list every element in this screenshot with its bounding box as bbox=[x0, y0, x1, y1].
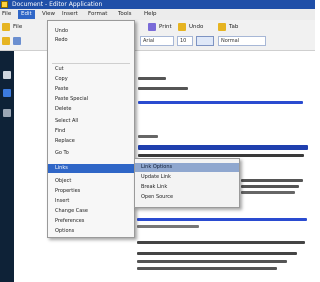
settings-icon[interactable] bbox=[3, 109, 11, 117]
undo-icon bbox=[178, 23, 186, 31]
toolbar-tab-label: Tab bbox=[229, 24, 239, 30]
copy-button[interactable] bbox=[13, 36, 21, 46]
edit-cut-item[interactable]: Cut bbox=[48, 65, 134, 74]
edit-paste-special-label: Paste Special bbox=[55, 96, 89, 102]
doc-line bbox=[137, 241, 305, 244]
edit-goto-item[interactable]: Go To bbox=[48, 149, 134, 158]
menu-insert[interactable]: Insert bbox=[62, 10, 78, 19]
doc-line bbox=[138, 77, 166, 80]
printer-icon bbox=[148, 23, 156, 31]
edit-preferences-item[interactable]: Preferences bbox=[48, 217, 134, 226]
submenu-link-options-label: Link Options bbox=[141, 164, 173, 170]
edit-delete-item[interactable]: Delete bbox=[48, 105, 134, 114]
doc-link-line bbox=[138, 101, 303, 104]
menu-view[interactable]: View bbox=[42, 10, 55, 19]
doc-line bbox=[137, 267, 277, 270]
folder-icon bbox=[2, 23, 10, 31]
submenu-break-link-label: Break Link bbox=[141, 184, 168, 190]
app-icon bbox=[1, 1, 8, 8]
edit-options-label: Options bbox=[55, 228, 75, 234]
edit-paste-label: Paste bbox=[55, 86, 69, 92]
edit-links-item[interactable]: Links bbox=[48, 164, 134, 173]
doc-line bbox=[137, 260, 287, 263]
edit-select-all-item[interactable]: Select All bbox=[48, 117, 134, 126]
menu-file[interactable]: File bbox=[2, 10, 11, 19]
doc-line bbox=[241, 179, 303, 182]
document-icon[interactable] bbox=[3, 89, 11, 97]
doc-link-line bbox=[137, 218, 307, 221]
toolbar-print-label: Print bbox=[159, 24, 172, 30]
edit-find-label: Find bbox=[55, 128, 66, 134]
edit-change-case-label: Change Case bbox=[55, 208, 88, 214]
bold-toggle[interactable] bbox=[196, 36, 214, 46]
edit-delete-label: Delete bbox=[55, 106, 72, 112]
edit-paste-special-item[interactable]: Paste Special bbox=[48, 95, 134, 104]
submenu-update-link-item[interactable]: Update Link bbox=[135, 173, 239, 182]
edit-paste-item[interactable]: Paste bbox=[48, 85, 134, 94]
doc-heading-line bbox=[138, 145, 308, 150]
edit-replace-item[interactable]: Replace bbox=[48, 137, 134, 146]
menu-edit[interactable]: Edit bbox=[18, 10, 35, 19]
doc-line bbox=[241, 191, 295, 194]
home-icon[interactable] bbox=[3, 71, 11, 79]
title-bar: Document - Editor Application bbox=[0, 0, 315, 9]
save-icon bbox=[2, 37, 10, 45]
menu-format[interactable]: Format bbox=[88, 10, 107, 19]
doc-line bbox=[137, 225, 199, 228]
submenu-break-link-item[interactable]: Break Link bbox=[135, 183, 239, 192]
edit-links-label: Links bbox=[55, 165, 68, 171]
edit-copy-label: Copy bbox=[55, 76, 68, 82]
edit-insert-item[interactable]: Insert bbox=[48, 197, 134, 206]
doc-line bbox=[241, 185, 299, 188]
menu-tools[interactable]: Tools bbox=[118, 10, 132, 19]
sidebar bbox=[0, 51, 14, 282]
font-field[interactable]: Arial bbox=[140, 36, 174, 46]
menu-separator bbox=[52, 63, 130, 64]
toolbar-undo-button[interactable]: Undo bbox=[178, 22, 203, 32]
edit-options-item[interactable]: Options bbox=[48, 227, 134, 236]
submenu-link-options-item[interactable]: Link Options bbox=[135, 163, 239, 172]
edit-redo-label: Redo bbox=[55, 37, 68, 43]
edit-redo-item[interactable]: Redo bbox=[48, 36, 134, 45]
submenu-open-source-label: Open Source bbox=[141, 194, 174, 200]
doc-line bbox=[138, 87, 188, 90]
links-submenu: Link Options Update Link Break Link Open… bbox=[134, 158, 240, 208]
edit-undo-item[interactable]: Undo bbox=[48, 27, 134, 36]
submenu-update-link-label: Update Link bbox=[141, 174, 171, 180]
style-field[interactable]: Normal bbox=[218, 36, 266, 46]
edit-insert-label: Insert bbox=[55, 198, 70, 204]
submenu-open-source-item[interactable]: Open Source bbox=[135, 193, 239, 202]
edit-change-case-item[interactable]: Change Case bbox=[48, 207, 134, 216]
size-field[interactable]: 10 bbox=[177, 36, 193, 46]
toolbar-file-label: File bbox=[13, 24, 23, 30]
doc-line bbox=[137, 252, 297, 255]
toolbar-print-button[interactable]: Print bbox=[148, 22, 172, 32]
menu-help[interactable]: Help bbox=[144, 10, 157, 19]
toolbar-tab-button[interactable]: Tab bbox=[218, 22, 238, 32]
edit-object-item[interactable]: Object bbox=[48, 177, 134, 186]
edit-replace-label: Replace bbox=[55, 138, 75, 144]
edit-menu-dropdown: Undo Redo Cut Copy Paste Paste Special D… bbox=[47, 20, 135, 238]
edit-properties-item[interactable]: Properties bbox=[48, 187, 134, 196]
edit-preferences-label: Preferences bbox=[55, 218, 85, 224]
toolbar-undo-label: Undo bbox=[189, 24, 204, 30]
edit-find-item[interactable]: Find bbox=[48, 127, 134, 136]
copy-icon bbox=[13, 37, 21, 45]
edit-copy-item[interactable]: Copy bbox=[48, 75, 134, 84]
edit-object-label: Object bbox=[55, 178, 72, 184]
window-title: Document - Editor Application bbox=[12, 1, 103, 8]
edit-goto-label: Go To bbox=[55, 150, 69, 156]
tab-icon bbox=[218, 23, 226, 31]
save-button[interactable] bbox=[2, 36, 10, 46]
toolbar-file-button[interactable]: File bbox=[2, 22, 22, 32]
doc-line bbox=[138, 135, 158, 138]
edit-undo-label: Undo bbox=[55, 28, 69, 34]
edit-properties-label: Properties bbox=[55, 188, 81, 194]
edit-select-all-label: Select All bbox=[55, 118, 79, 124]
doc-line bbox=[138, 154, 304, 157]
edit-cut-label: Cut bbox=[55, 66, 64, 72]
